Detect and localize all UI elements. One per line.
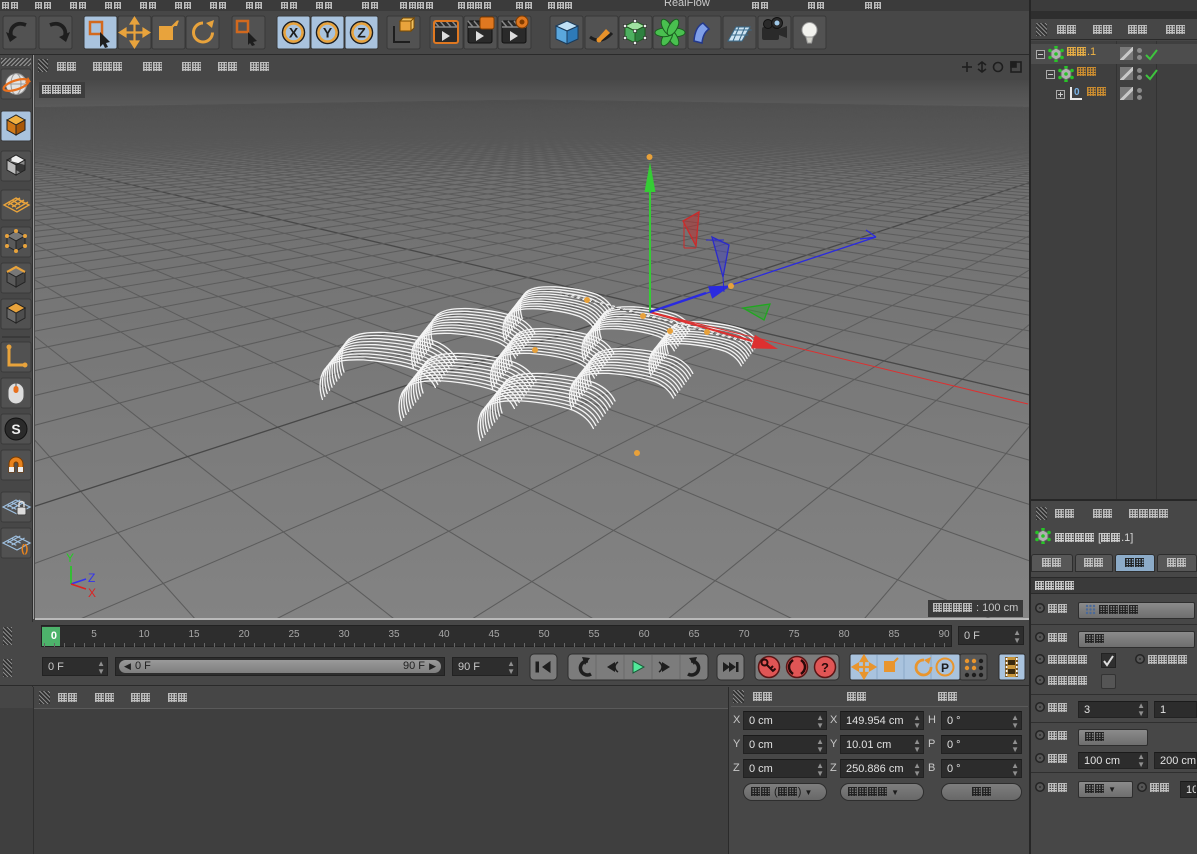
svg-text:P: P <box>941 661 949 675</box>
svg-text:X: X <box>289 25 299 41</box>
svg-text:Y: Y <box>323 25 333 41</box>
svg-text:S: S <box>11 421 20 437</box>
svg-text:Z: Z <box>357 25 366 41</box>
svg-text:Z: Z <box>88 571 95 585</box>
svg-text:X: X <box>88 586 96 600</box>
svg-text:?: ? <box>821 660 829 675</box>
svg-text:Y: Y <box>66 551 74 565</box>
svg-text:(): () <box>21 543 29 555</box>
